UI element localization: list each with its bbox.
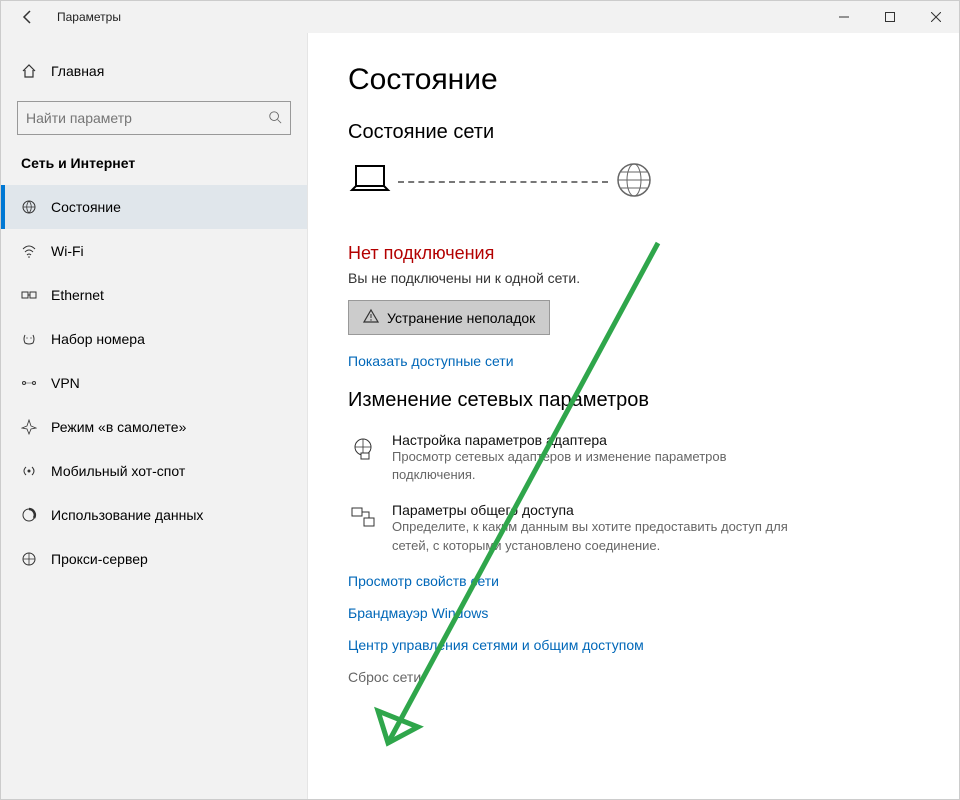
wifi-icon — [21, 243, 37, 259]
sidebar-item-label: Мобильный хот-спот — [51, 463, 185, 479]
laptop-icon — [348, 162, 392, 201]
window-title: Параметры — [57, 10, 121, 24]
sidebar-home-label: Главная — [51, 63, 104, 79]
network-diagram — [348, 160, 919, 203]
status-icon — [21, 199, 37, 215]
network-status-heading: Состояние сети — [348, 121, 919, 144]
sidebar-item-wifi[interactable]: Wi-Fi — [1, 229, 307, 273]
globe-icon — [614, 160, 654, 203]
sharing-title: Параметры общего доступа — [392, 502, 812, 518]
change-params-heading: Изменение сетевых параметров — [348, 389, 919, 412]
page-title: Состояние — [348, 63, 919, 97]
network-center-link[interactable]: Центр управления сетями и общим доступом — [348, 637, 919, 653]
search-input[interactable] — [26, 110, 268, 126]
search-icon — [268, 110, 282, 127]
adapter-icon — [348, 434, 378, 464]
sidebar-home[interactable]: Главная — [1, 51, 307, 91]
ethernet-icon — [21, 287, 37, 303]
vpn-icon — [21, 375, 37, 391]
dialup-icon — [21, 331, 37, 347]
sidebar-item-dialup[interactable]: Набор номера — [1, 317, 307, 361]
troubleshoot-button[interactable]: Устранение неполадок — [348, 300, 550, 335]
airplane-icon — [21, 419, 37, 435]
sidebar-item-label: VPN — [51, 375, 80, 391]
adapter-settings-row[interactable]: Настройка параметров адаптера Просмотр с… — [348, 432, 919, 484]
adapter-title: Настройка параметров адаптера — [392, 432, 812, 448]
sharing-icon — [348, 504, 378, 534]
firewall-link[interactable]: Брандмауэр Windows — [348, 605, 919, 621]
sidebar-item-data-usage[interactable]: Использование данных — [1, 493, 307, 537]
adapter-desc: Просмотр сетевых адаптеров и изменение п… — [392, 448, 812, 484]
sidebar-item-hotspot[interactable]: Мобильный хот-спот — [1, 449, 307, 493]
home-icon — [21, 63, 37, 79]
minimize-button[interactable] — [821, 1, 867, 33]
sidebar-item-vpn[interactable]: VPN — [1, 361, 307, 405]
data-usage-icon — [21, 507, 37, 523]
sidebar-item-airplane[interactable]: Режим «в самолете» — [1, 405, 307, 449]
sidebar-item-label: Набор номера — [51, 331, 145, 347]
sharing-desc: Определите, к каким данным вы хотите пре… — [392, 518, 812, 554]
sidebar-item-label: Использование данных — [51, 507, 203, 523]
sidebar: Главная Сеть и Интернет Состояние Wi-Fi … — [1, 33, 308, 799]
sidebar-item-label: Состояние — [51, 199, 121, 215]
sidebar-item-label: Ethernet — [51, 287, 104, 303]
search-box[interactable] — [17, 101, 291, 135]
network-reset-link[interactable]: Сброс сети — [348, 669, 919, 685]
hotspot-icon — [21, 463, 37, 479]
connection-line — [398, 181, 608, 183]
warning-icon — [363, 308, 379, 327]
sidebar-item-status[interactable]: Состояние — [1, 185, 307, 229]
sidebar-item-label: Режим «в самолете» — [51, 419, 186, 435]
sidebar-item-proxy[interactable]: Прокси-сервер — [1, 537, 307, 581]
titlebar: Параметры — [1, 1, 959, 33]
status-title: Нет подключения — [348, 243, 919, 264]
maximize-button[interactable] — [867, 1, 913, 33]
sidebar-item-label: Прокси-сервер — [51, 551, 148, 567]
troubleshoot-label: Устранение неполадок — [387, 310, 535, 326]
sidebar-item-label: Wi-Fi — [51, 243, 84, 259]
sidebar-item-ethernet[interactable]: Ethernet — [1, 273, 307, 317]
status-subtitle: Вы не подключены ни к одной сети. — [348, 270, 919, 286]
back-button[interactable] — [19, 8, 37, 26]
network-properties-link[interactable]: Просмотр свойств сети — [348, 573, 919, 589]
show-networks-link[interactable]: Показать доступные сети — [348, 353, 919, 369]
close-button[interactable] — [913, 1, 959, 33]
proxy-icon — [21, 551, 37, 567]
sidebar-section-title: Сеть и Интернет — [1, 155, 307, 185]
main-content: Состояние Состояние сети Нет подключения… — [308, 33, 959, 799]
sharing-settings-row[interactable]: Параметры общего доступа Определите, к к… — [348, 502, 919, 554]
